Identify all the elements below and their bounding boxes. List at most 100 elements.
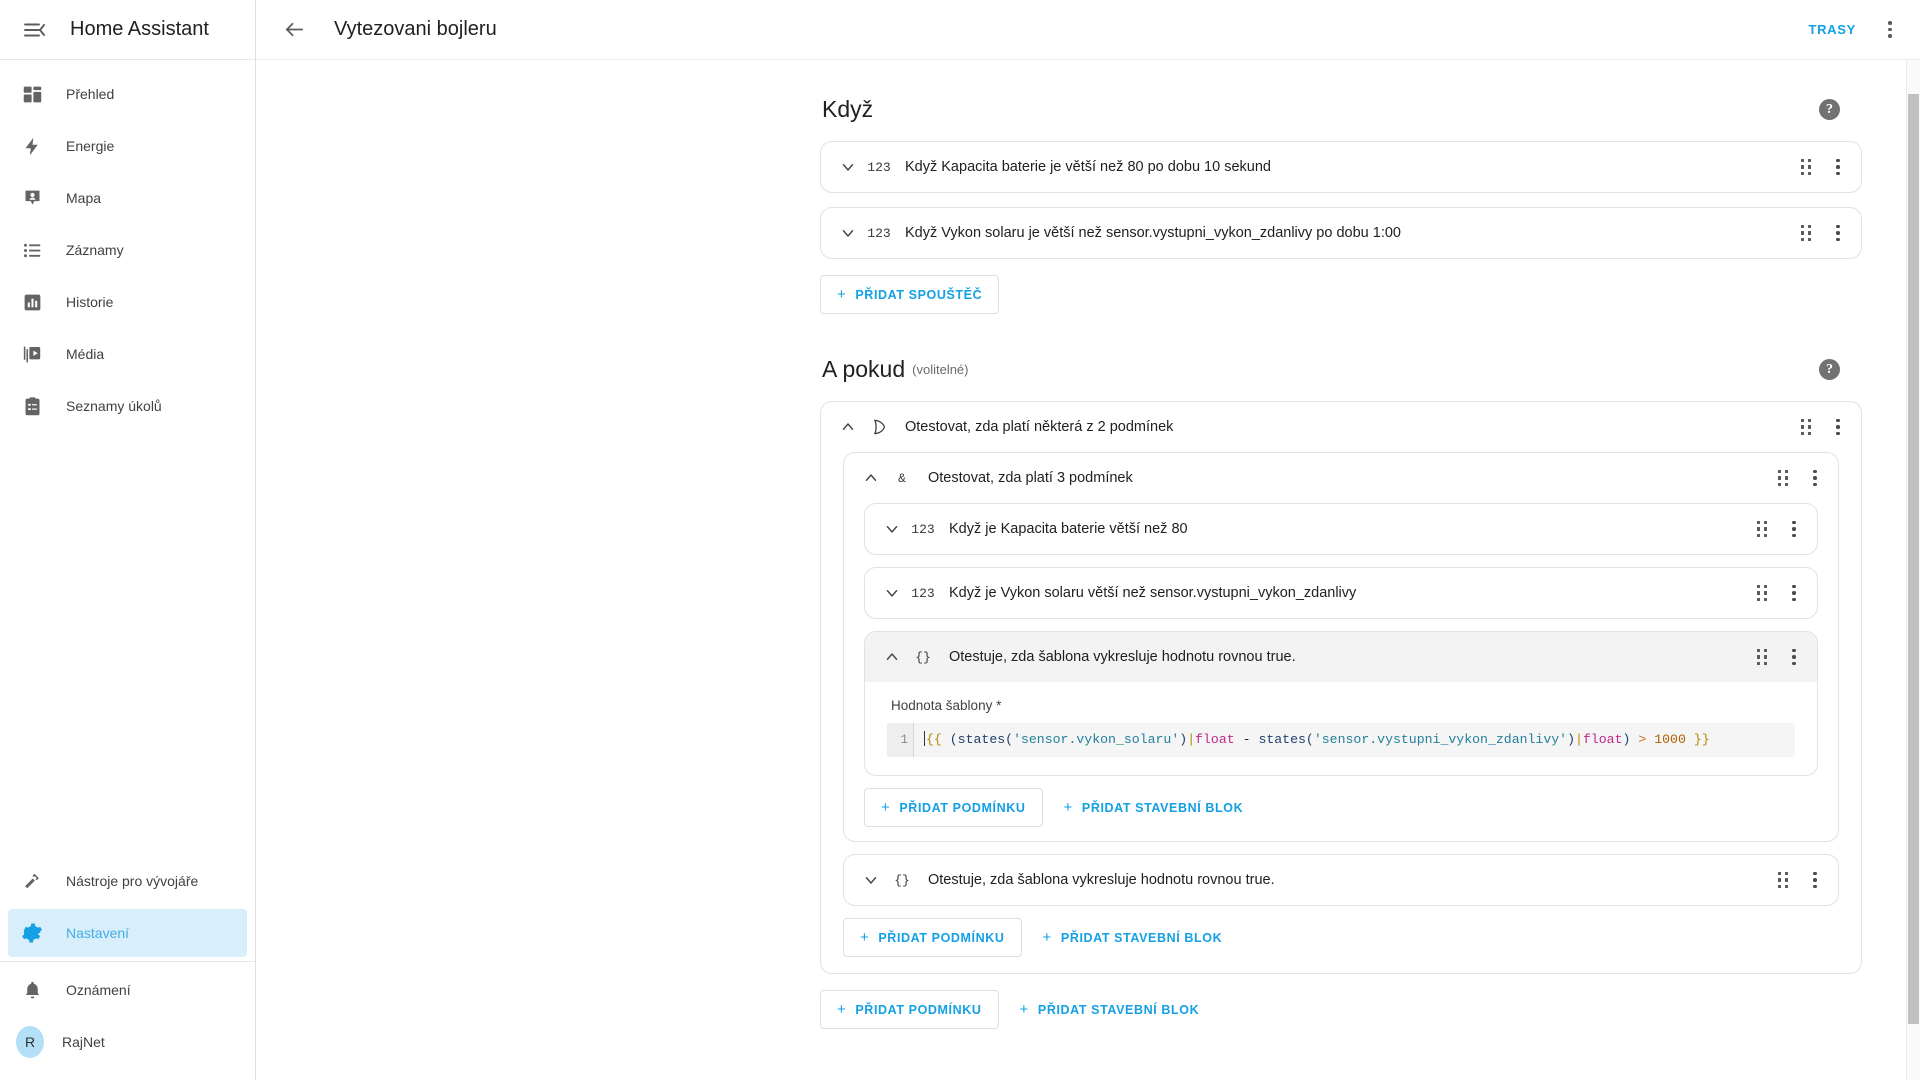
chevron-down-icon[interactable]: [875, 576, 909, 610]
chevron-up-icon[interactable]: [831, 410, 865, 444]
dots-vertical-icon[interactable]: [1798, 461, 1832, 495]
condition-row[interactable]: 123 Když je Kapacita baterie větší než 8…: [865, 504, 1817, 554]
code-token: ): [1179, 732, 1188, 747]
template-condition-card-collapsed[interactable]: {} Otestuje, zda šablona vykresluje hodn…: [843, 854, 1839, 906]
condition-card[interactable]: 123 Když je Vykon solaru větší než senso…: [864, 567, 1818, 619]
trigger-row[interactable]: 123 Když Kapacita baterie je větší než 8…: [821, 142, 1861, 192]
template-condition-body: Hodnota šablony * 1 {{ (states('sensor.v…: [865, 682, 1817, 775]
scroll-region: Když ? 123 Když Kapacita baterie je větš…: [256, 60, 1920, 1080]
template-condition-row[interactable]: {} Otestuje, zda šablona vykresluje hodn…: [865, 632, 1817, 682]
plus-icon: +: [1063, 799, 1073, 816]
vertical-scrollbar[interactable]: [1906, 60, 1920, 1080]
add-condition-label: PŘIDAT PODMÍNKU: [878, 930, 1005, 945]
sidebar-item-zaznamy[interactable]: Záznamy: [8, 226, 247, 274]
dots-vertical-icon[interactable]: [1777, 640, 1811, 674]
scrollbar-thumb[interactable]: [1908, 94, 1919, 1024]
drag-handle-icon[interactable]: [1791, 216, 1821, 250]
template-value-label: Hodnota šablony *: [891, 698, 1002, 713]
dots-vertical-icon[interactable]: [1821, 410, 1855, 444]
chevron-up-icon[interactable]: [875, 640, 909, 674]
condition-card[interactable]: 123 Když je Kapacita baterie větší než 8…: [864, 503, 1818, 555]
template-code-editor[interactable]: 1 {{ (states('sensor.vykon_solaru')|floa…: [887, 723, 1795, 757]
sidebar-item-label: Mapa: [66, 190, 102, 206]
sidebar-item-historie[interactable]: Historie: [8, 278, 247, 326]
sidebar-item-nastaveni[interactable]: Nastavení: [8, 909, 247, 957]
and-condition-label: Otestovat, zda platí 3 podmínek: [928, 470, 1133, 486]
bell-icon: [20, 978, 44, 1002]
drag-handle-icon[interactable]: [1791, 150, 1821, 184]
plus-icon: +: [860, 929, 870, 946]
arrow-left-icon[interactable]: [272, 8, 316, 52]
code-input[interactable]: {{ (states('sensor.vykon_solaru')|float …: [913, 723, 1795, 757]
section-title-and-if: A pokud: [822, 356, 906, 382]
traces-button[interactable]: TRASY: [1796, 12, 1868, 47]
dots-vertical-icon[interactable]: [1777, 576, 1811, 610]
code-token: 'sensor.vystupni_vykon_zdanlivy': [1313, 732, 1568, 747]
code-line-number: 1: [887, 723, 913, 757]
chevron-down-icon[interactable]: [831, 216, 865, 250]
add-trigger-label: PŘIDAT SPOUŠTĚČ: [855, 287, 983, 302]
add-condition-button[interactable]: + PŘIDAT PODMÍNKU: [820, 990, 999, 1029]
editor-column: Když ? 123 Když Kapacita baterie je větš…: [820, 96, 1862, 1069]
add-building-block-button[interactable]: + PŘIDAT STAVEBNÍ BLOK: [1049, 788, 1259, 827]
or-condition-card[interactable]: Otestovat, zda platí některá z 2 podmíne…: [820, 401, 1862, 974]
sidebar-item-mapa[interactable]: Mapa: [8, 174, 247, 222]
code-token: 'sensor.vykon_solaru': [1013, 732, 1180, 747]
add-trigger-button[interactable]: + PŘIDAT SPOUŠTĚČ: [820, 275, 1000, 314]
add-building-block-button[interactable]: + PŘIDAT STAVEBNÍ BLOK: [1005, 990, 1215, 1029]
and-condition-body: 123 Když je Kapacita baterie větší než 8…: [844, 503, 1838, 841]
and-condition-row[interactable]: & Otestovat, zda platí 3 podmínek: [844, 453, 1838, 503]
chevron-up-icon[interactable]: [854, 461, 888, 495]
template-condition-card[interactable]: {} Otestuje, zda šablona vykresluje hodn…: [864, 631, 1818, 776]
sidebar-item-nastroje-pro-vyvojare[interactable]: Nástroje pro vývojáře: [8, 857, 247, 905]
code-token: 1000: [1654, 732, 1686, 747]
or-condition-body: & Otestovat, zda platí 3 podmínek 123 Kd…: [821, 452, 1861, 973]
and-condition-card[interactable]: & Otestovat, zda platí 3 podmínek 123 Kd…: [843, 452, 1839, 842]
or-condition-row[interactable]: Otestovat, zda platí některá z 2 podmíne…: [821, 402, 1861, 452]
chart-box-icon: [20, 290, 44, 314]
sidebar-item-energie[interactable]: Energie: [8, 122, 247, 170]
chevron-down-icon[interactable]: [875, 512, 909, 546]
trigger-card[interactable]: 123 Když Vykon solaru je větší než senso…: [820, 207, 1862, 259]
drag-handle-icon[interactable]: [1747, 512, 1777, 546]
drag-handle-icon[interactable]: [1791, 410, 1821, 444]
numeric-state-icon: 123: [867, 159, 891, 175]
sidebar-item-user[interactable]: R RajNet: [8, 1018, 247, 1066]
template-condition-label: Otestuje, zda šablona vykresluje hodnotu…: [949, 649, 1296, 665]
template-condition-row[interactable]: {} Otestuje, zda šablona vykresluje hodn…: [844, 855, 1838, 905]
sidebar-item-seznamy-ukolu[interactable]: Seznamy úkolů: [8, 382, 247, 430]
add-condition-button[interactable]: + PŘIDAT PODMÍNKU: [843, 918, 1022, 957]
condition-row[interactable]: 123 Když je Vykon solaru větší než senso…: [865, 568, 1817, 618]
plus-icon: +: [881, 799, 891, 816]
trigger-card[interactable]: 123 Když Kapacita baterie je větší než 8…: [820, 141, 1862, 193]
dots-vertical-icon[interactable]: [1821, 150, 1855, 184]
trigger-row[interactable]: 123 Když Vykon solaru je větší než senso…: [821, 208, 1861, 258]
sidebar-divider: [0, 961, 255, 962]
add-building-block-button[interactable]: + PŘIDAT STAVEBNÍ BLOK: [1028, 918, 1238, 957]
dots-vertical-icon[interactable]: [1868, 8, 1912, 52]
sidebar-item-media[interactable]: Média: [8, 330, 247, 378]
sidebar-item-label: Oznámení: [66, 982, 131, 998]
sidebar-item-label: Seznamy úkolů: [66, 398, 162, 414]
code-token: {{: [926, 732, 942, 747]
dots-vertical-icon[interactable]: [1821, 216, 1855, 250]
and-gate-icon: &: [898, 470, 906, 486]
dots-vertical-icon[interactable]: [1798, 863, 1832, 897]
sidebar-item-prehled[interactable]: Přehled: [8, 70, 247, 118]
drag-handle-icon[interactable]: [1768, 461, 1798, 495]
chevron-down-icon[interactable]: [831, 150, 865, 184]
drag-handle-icon[interactable]: [1747, 640, 1777, 674]
drag-handle-icon[interactable]: [1768, 863, 1798, 897]
chevron-down-icon[interactable]: [854, 863, 888, 897]
avatar: R: [16, 1026, 44, 1058]
add-condition-button[interactable]: + PŘIDAT PODMÍNKU: [864, 788, 1043, 827]
dots-vertical-icon[interactable]: [1777, 512, 1811, 546]
help-circle-icon[interactable]: ?: [1819, 99, 1840, 120]
help-circle-icon[interactable]: ?: [1819, 359, 1840, 380]
or-condition-label: Otestovat, zda platí některá z 2 podmíne…: [905, 419, 1174, 435]
menu-collapse-icon[interactable]: [12, 8, 56, 52]
drag-handle-icon[interactable]: [1747, 576, 1777, 610]
sidebar-item-oznameni[interactable]: Oznámení: [8, 966, 247, 1014]
